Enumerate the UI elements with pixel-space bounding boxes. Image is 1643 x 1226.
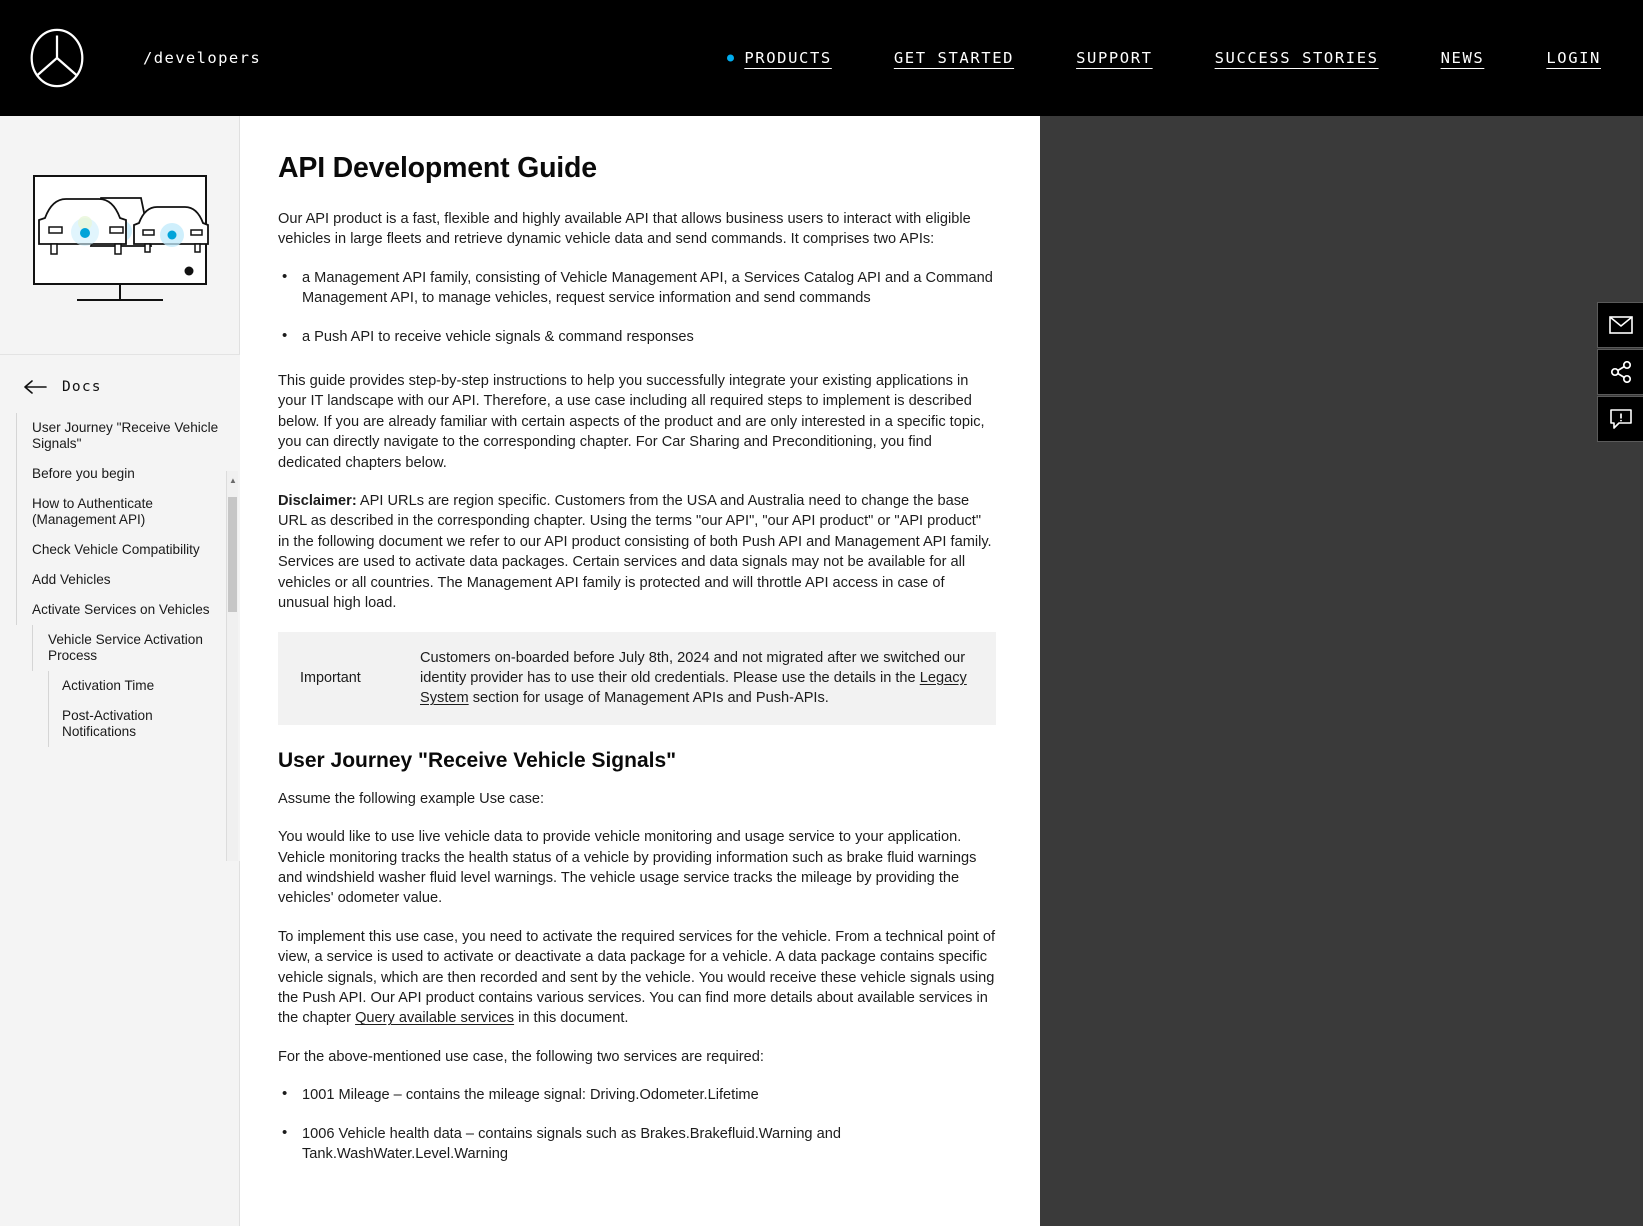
sidebar-illustration-area [0,116,239,363]
scroll-up-arrow-icon[interactable]: ▲ [227,473,239,487]
nav-item-products-label: PRODUCTS [744,49,832,67]
list-item: 1006 Vehicle health data – contains sign… [278,1123,996,1165]
implement-paragraph: To implement this use case, you need to … [278,927,996,1029]
nav-item-login[interactable]: LOGIN [1546,49,1601,67]
callout-text-before-link: Customers on-boarded before July 8th, 20… [420,649,966,686]
toc-item-check-vehicle-compatibility[interactable]: Check Vehicle Compatibility [16,535,240,565]
share-icon [1610,361,1631,383]
toc-item-before-you-begin[interactable]: Before you begin [16,459,240,489]
list-item: a Management API family, consisting of V… [278,267,996,309]
nav-item-products[interactable]: PRODUCTS [727,49,832,67]
docs-back-button[interactable]: Docs [0,355,240,395]
toc-item-activate-services[interactable]: Activate Services on Vehicles [16,595,240,625]
assume-line: Assume the following example Use case: [278,790,545,807]
sidebar: Docs User Journey "Receive Vehicle Signa… [0,116,240,1226]
nav-item-support[interactable]: SUPPORT [1076,49,1153,67]
disclaimer-paragraph: Disclaimer: API URLs are region specific… [278,491,996,613]
page-title: API Development Guide [278,152,597,184]
main-nav: PRODUCTS GET STARTED SUPPORT SUCCESS STO… [727,49,1643,67]
sidebar-scrollbar[interactable]: ▲ ▼ [226,471,238,861]
disclaimer-label: Disclaimer: [278,493,357,510]
disclaimer-text: API URLs are region specific. Customers … [278,493,992,612]
toc-item-add-vehicles[interactable]: Add Vehicles [16,565,240,595]
top-navigation-bar: /developers PRODUCTS GET STARTED SUPPORT… [0,0,1643,116]
nav-item-success-stories[interactable]: SUCCESS STORIES [1215,49,1379,67]
sidebar-scrollbar-thumb[interactable] [228,497,237,612]
implement-text-after-link: in this document. [514,1010,629,1027]
callout-body: Customers on-boarded before July 8th, 20… [420,648,978,709]
nav-item-news[interactable]: NEWS [1441,49,1485,67]
query-available-services-link[interactable]: Query available services [355,1010,514,1026]
docs-back-label: Docs [62,379,102,395]
callout-label: Important [300,670,361,687]
active-dot-icon [727,54,735,62]
floating-action-bar [1597,302,1643,443]
toc-item-post-activation-notifications[interactable]: Post-Activation Notifications [16,701,240,747]
page-body: Docs User Journey "Receive Vehicle Signa… [0,116,1643,1226]
services-list: 1001 Mileage – contains the mileage sign… [278,1084,996,1165]
api-list: a Management API family, consisting of V… [278,267,996,347]
callout-text-after-link: section for usage of Management APIs and… [468,690,829,707]
feedback-icon [1609,409,1632,429]
brand-text[interactable]: /developers [143,49,261,67]
use-case-paragraph: You would like to use live vehicle data … [278,829,977,907]
nav-item-get-started[interactable]: GET STARTED [894,49,1014,67]
mail-icon [1608,316,1633,334]
share-button[interactable] [1597,349,1643,395]
arrow-left-icon [24,380,47,394]
feedback-button[interactable] [1597,396,1643,442]
fleet-vehicles-monitor-illustration [32,174,209,301]
toc-item-activation-time[interactable]: Activation Time [16,671,240,701]
intro-paragraph: Our API product is a fast, flexible and … [278,211,971,248]
services-intro: For the above-mentioned use case, the fo… [278,1048,764,1065]
document-content: API Development Guide Our API product is… [240,116,1040,1226]
guide-paragraph: This guide provides step-by-step instruc… [278,373,985,471]
important-callout: Important Customers on-boarded before Ju… [278,631,996,725]
section-heading-user-journey: User Journey "Receive Vehicle Signals" [278,748,677,772]
docs-navigation-panel: Docs User Journey "Receive Vehicle Signa… [0,354,240,861]
toc-item-user-journey[interactable]: User Journey "Receive Vehicle Signals" [16,413,240,459]
list-item: a Push API to receive vehicle signals & … [278,326,996,347]
toc-item-how-to-authenticate[interactable]: How to Authenticate (Management API) [16,489,240,535]
list-item: 1001 Mileage – contains the mileage sign… [278,1084,996,1105]
toc-item-vehicle-service-activation-process[interactable]: Vehicle Service Activation Process [16,625,240,671]
mercedes-benz-star-logo[interactable] [27,28,87,88]
contact-mail-button[interactable] [1597,302,1643,348]
table-of-contents: User Journey "Receive Vehicle Signals" B… [0,413,240,747]
